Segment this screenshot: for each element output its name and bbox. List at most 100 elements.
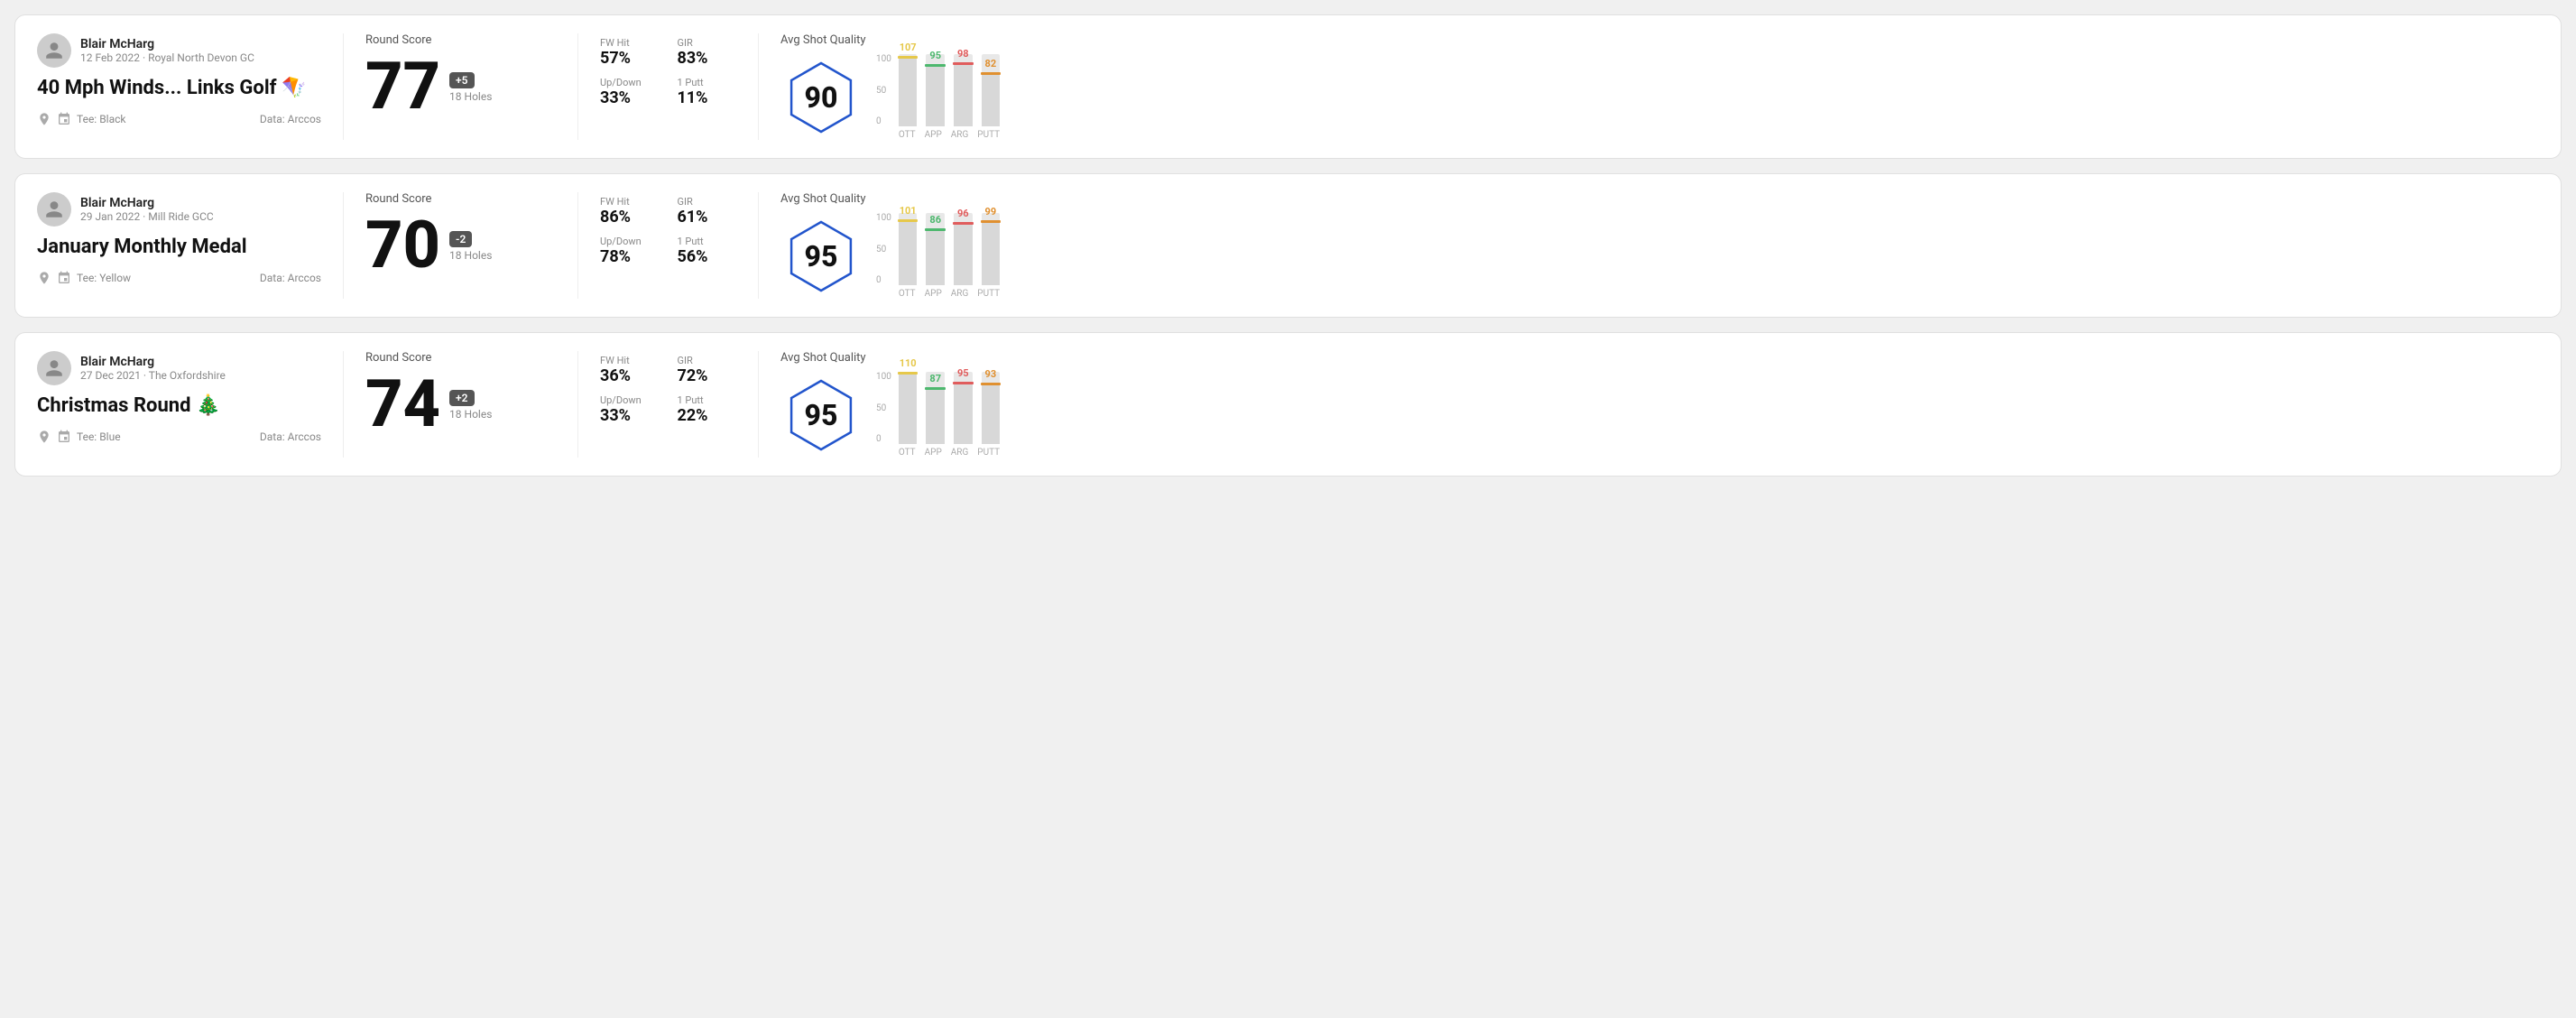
left-section: Blair McHarg 12 Feb 2022 · Royal North D… bbox=[37, 33, 344, 140]
quality-left: Avg Shot Quality 90 100 50 0 bbox=[780, 33, 1000, 140]
big-score: 70 bbox=[365, 213, 440, 278]
tee-label: Tee: Black bbox=[37, 112, 125, 126]
hexagon: 90 bbox=[780, 57, 862, 138]
score-row: 77 +5 18 Holes bbox=[365, 54, 556, 119]
oneputt-value: 11% bbox=[678, 88, 737, 107]
round-score-label: Round Score bbox=[365, 192, 556, 206]
updown-value: 33% bbox=[600, 88, 660, 107]
gir-value: 83% bbox=[678, 49, 737, 68]
updown-label: Up/Down bbox=[600, 236, 660, 247]
gir-label: GIR bbox=[678, 196, 737, 208]
bar-col-app: 86 bbox=[926, 213, 945, 285]
avatar bbox=[37, 192, 71, 227]
tee-text: Tee: Black bbox=[77, 113, 125, 125]
quality-section: Avg Shot Quality 95 100 50 0 bbox=[759, 351, 2539, 458]
bar-col-arg: 95 bbox=[954, 372, 973, 444]
avg-shot-quality-label: Avg Shot Quality bbox=[780, 192, 1000, 206]
avg-shot-quality-label: Avg Shot Quality bbox=[780, 351, 1000, 365]
data-source: Data: Arccos bbox=[260, 113, 321, 125]
score-holes: 18 Holes bbox=[449, 249, 492, 262]
score-badge: +2 bbox=[449, 390, 474, 406]
user-name: Blair McHarg bbox=[80, 355, 226, 369]
x-labels: OTTAPPARGPUTT bbox=[899, 130, 1000, 140]
shot-quality-chart: 100 50 0 101 86 bbox=[876, 213, 1000, 299]
round-card-round3: Blair McHarg 27 Dec 2021 · The Oxfordshi… bbox=[14, 332, 2562, 477]
shot-quality-chart: 100 50 0 110 87 bbox=[876, 372, 1000, 458]
left-section: Blair McHarg 27 Dec 2021 · The Oxfordshi… bbox=[37, 351, 344, 458]
gir-value: 72% bbox=[678, 366, 737, 385]
fw-hit-stat: FW Hit 36% bbox=[600, 355, 660, 385]
updown-label: Up/Down bbox=[600, 77, 660, 88]
hexagon-score: 95 bbox=[805, 398, 838, 432]
round-score-label: Round Score bbox=[365, 33, 556, 47]
oneputt-stat: 1 Putt 56% bbox=[678, 236, 737, 266]
quality-left: Avg Shot Quality 95 100 50 0 bbox=[780, 192, 1000, 299]
fw-hit-value: 86% bbox=[600, 208, 660, 227]
oneputt-stat: 1 Putt 11% bbox=[678, 77, 737, 107]
updown-stat: Up/Down 33% bbox=[600, 394, 660, 425]
user-meta: 29 Jan 2022 · Mill Ride GCC bbox=[80, 210, 214, 223]
hexagon-score: 95 bbox=[805, 239, 838, 273]
oneputt-label: 1 Putt bbox=[678, 394, 737, 406]
x-labels: OTTAPPARGPUTT bbox=[899, 448, 1000, 458]
round-card-round1: Blair McHarg 12 Feb 2022 · Royal North D… bbox=[14, 14, 2562, 159]
bar-col-ott: 101 bbox=[899, 213, 918, 285]
user-name: Blair McHarg bbox=[80, 196, 214, 210]
user-meta: 27 Dec 2021 · The Oxfordshire bbox=[80, 369, 226, 382]
stats-grid: FW Hit 36% GIR 72% Up/Down 33% 1 Putt 22… bbox=[600, 355, 736, 425]
user-meta: 12 Feb 2022 · Royal North Devon GC bbox=[80, 51, 254, 64]
user-info: Blair McHarg 12 Feb 2022 · Royal North D… bbox=[80, 37, 254, 64]
bar-col-ott: 107 bbox=[899, 54, 918, 126]
updown-value: 33% bbox=[600, 406, 660, 425]
bar-col-app: 87 bbox=[926, 372, 945, 444]
stats-grid: FW Hit 86% GIR 61% Up/Down 78% 1 Putt 56… bbox=[600, 196, 736, 266]
tee-text: Tee: Yellow bbox=[77, 272, 131, 284]
big-score: 74 bbox=[365, 372, 440, 437]
weather-icon bbox=[37, 271, 51, 285]
quality-left: Avg Shot Quality 95 100 50 0 bbox=[780, 351, 1000, 458]
stats-grid: FW Hit 57% GIR 83% Up/Down 33% 1 Putt 11… bbox=[600, 37, 736, 107]
avatar bbox=[37, 351, 71, 385]
user-name: Blair McHarg bbox=[80, 37, 254, 51]
tee-info: Tee: Black Data: Arccos bbox=[37, 112, 321, 126]
data-source: Data: Arccos bbox=[260, 272, 321, 284]
bar-col-putt: 93 bbox=[982, 372, 1001, 444]
bar-col-arg: 96 bbox=[954, 213, 973, 285]
fw-hit-label: FW Hit bbox=[600, 37, 660, 49]
bars-row: 110 87 95 bbox=[899, 372, 1000, 444]
oneputt-value: 56% bbox=[678, 247, 737, 266]
oneputt-stat: 1 Putt 22% bbox=[678, 394, 737, 425]
gir-stat: GIR 72% bbox=[678, 355, 737, 385]
score-section: Round Score 70 -2 18 Holes bbox=[344, 192, 578, 299]
fw-hit-stat: FW Hit 86% bbox=[600, 196, 660, 227]
fw-hit-value: 57% bbox=[600, 49, 660, 68]
stats-section: FW Hit 36% GIR 72% Up/Down 33% 1 Putt 22… bbox=[578, 351, 759, 458]
score-badge: +5 bbox=[449, 72, 474, 88]
score-row: 74 +2 18 Holes bbox=[365, 372, 556, 437]
bars-row: 101 86 96 bbox=[899, 213, 1000, 285]
score-holes: 18 Holes bbox=[449, 90, 492, 103]
score-detail: -2 18 Holes bbox=[449, 229, 492, 262]
fw-hit-value: 36% bbox=[600, 366, 660, 385]
oneputt-label: 1 Putt bbox=[678, 77, 737, 88]
big-score: 77 bbox=[365, 54, 440, 119]
score-detail: +5 18 Holes bbox=[449, 70, 492, 103]
score-holes: 18 Holes bbox=[449, 408, 492, 421]
score-row: 70 -2 18 Holes bbox=[365, 213, 556, 278]
score-badge: -2 bbox=[449, 231, 472, 247]
round-card-round2: Blair McHarg 29 Jan 2022 · Mill Ride GCC… bbox=[14, 173, 2562, 318]
user-header: Blair McHarg 12 Feb 2022 · Royal North D… bbox=[37, 33, 321, 68]
quality-section: Avg Shot Quality 90 100 50 0 bbox=[759, 33, 2539, 140]
x-labels: OTTAPPARGPUTT bbox=[899, 289, 1000, 299]
avg-shot-quality-label: Avg Shot Quality bbox=[780, 33, 1000, 47]
fw-hit-label: FW Hit bbox=[600, 355, 660, 366]
updown-value: 78% bbox=[600, 247, 660, 266]
user-info: Blair McHarg 29 Jan 2022 · Mill Ride GCC bbox=[80, 196, 214, 223]
tee-icon bbox=[57, 430, 71, 444]
gir-value: 61% bbox=[678, 208, 737, 227]
tee-info: Tee: Yellow Data: Arccos bbox=[37, 271, 321, 285]
tee-label: Tee: Blue bbox=[37, 430, 121, 444]
bars-row: 107 95 98 bbox=[899, 54, 1000, 126]
user-header: Blair McHarg 29 Jan 2022 · Mill Ride GCC bbox=[37, 192, 321, 227]
oneputt-label: 1 Putt bbox=[678, 236, 737, 247]
